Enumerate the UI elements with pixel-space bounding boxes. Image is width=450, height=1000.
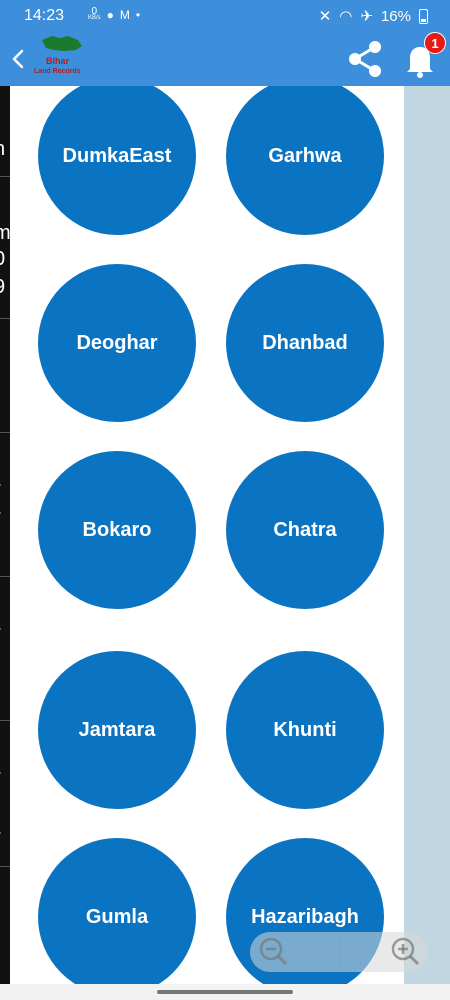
account-icon: ● [106, 8, 114, 22]
airplane-icon: ✈ [360, 8, 373, 25]
district-button-khunti[interactable]: Khunti [226, 651, 384, 809]
divider [0, 318, 10, 319]
background-glyph: r [0, 506, 1, 529]
status-time: 14:23 [24, 7, 65, 24]
district-button-gumla[interactable]: Gumla [38, 838, 196, 984]
background-glyph: 0 [0, 248, 5, 271]
gmail-icon: M [119, 8, 130, 22]
dot-icon: • [135, 8, 141, 22]
background-glyph: m [0, 222, 10, 244]
background-glyph: r [0, 826, 1, 849]
divider [0, 176, 10, 177]
home-indicator[interactable] [157, 990, 293, 994]
district-grid: DumkaEast Garhwa Deoghar Dhanbad Bokaro … [10, 86, 404, 984]
wifi-icon: ◠ [339, 8, 353, 25]
share-icon[interactable] [344, 38, 386, 80]
zoom-in-icon[interactable] [388, 934, 424, 970]
background-glyph: r [0, 622, 1, 645]
app-bar: Bihar Land Records 1 [0, 32, 450, 86]
background-glyph: 9 [0, 276, 5, 299]
district-button-chatra[interactable]: Chatra [226, 451, 384, 609]
logo-title: Bihar [46, 56, 70, 66]
data-rate-value: 0 [91, 6, 98, 17]
zoom-divider [339, 936, 340, 968]
notification-badge: 1 [424, 32, 446, 54]
background-glyph: r [0, 478, 1, 501]
divider [0, 866, 10, 867]
status-bar: 14:23 0 KB/s ● M • ✕ ◠ ✈ 16% [0, 0, 450, 32]
navigation-bar [0, 984, 450, 1000]
district-button-deoghar[interactable]: Deoghar [38, 264, 196, 422]
mute-icon: ✕ [318, 8, 332, 25]
background-glyph: r [0, 766, 1, 789]
side-panel [404, 86, 450, 984]
background-page-edge: n m 0 9 r r r r r [0, 86, 10, 984]
status-notification-icons: 0 KB/s ● M • [88, 6, 141, 23]
divider [0, 432, 10, 433]
divider [0, 576, 10, 577]
back-arrow-icon[interactable] [8, 42, 28, 76]
divider [0, 720, 10, 721]
battery-percent: 16% [380, 7, 411, 25]
zoom-out-icon[interactable] [256, 934, 292, 970]
battery-icon [419, 8, 428, 24]
zoom-controls [250, 932, 428, 972]
logo-subtitle: Land Records [34, 68, 81, 75]
district-button-dumkaeast[interactable]: DumkaEast [38, 86, 196, 235]
district-button-garhwa[interactable]: Garhwa [226, 86, 384, 235]
data-rate-unit: KB/s [88, 15, 101, 21]
district-button-jamtara[interactable]: Jamtara [38, 651, 196, 809]
status-system-icons: ✕ ◠ ✈ 16% [319, 7, 428, 25]
district-button-dhanbad[interactable]: Dhanbad [226, 264, 384, 422]
district-button-bokaro[interactable]: Bokaro [38, 451, 196, 609]
background-glyph: n [0, 138, 5, 161]
data-rate: 0 KB/s [88, 6, 101, 22]
